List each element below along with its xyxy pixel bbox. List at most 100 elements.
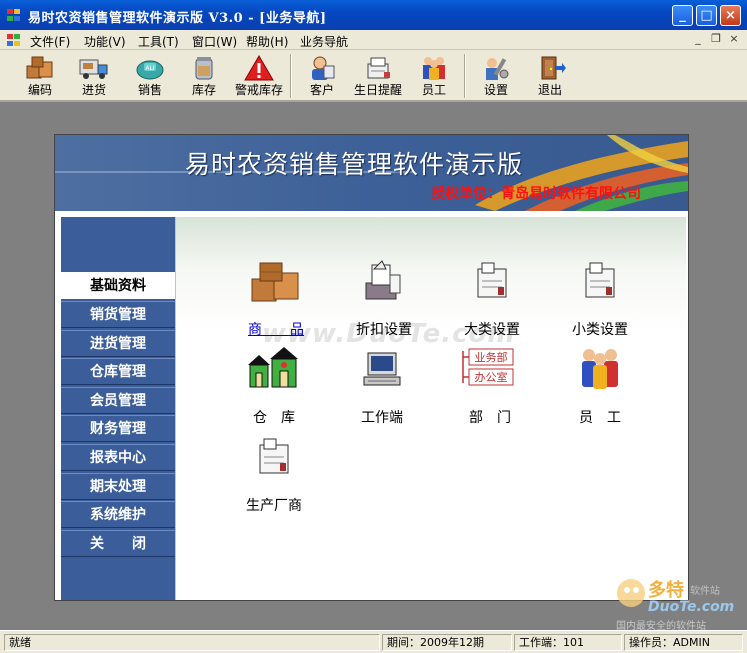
status-bar: 就绪 期间：2009年12期 工作端：101 操作员：ADMIN bbox=[0, 630, 747, 653]
content-area: www.DuoTe.com 商 品 折扣设置 大类设置 小类设置 仓 库 工作端… bbox=[175, 217, 686, 600]
menu-tools[interactable]: 工具(T) bbox=[138, 33, 179, 50]
toolbar-label: 设置 bbox=[483, 83, 508, 97]
sidebar-nav: 基础资料 销货管理 进货管理 仓库管理 会员管理 财务管理 报表中心 期末处理 … bbox=[61, 217, 175, 600]
nav-period-end[interactable]: 期末处理 bbox=[61, 473, 175, 500]
tile-label: 员 工 bbox=[579, 410, 621, 426]
toolbar-birthday-button[interactable]: 生日提醒 bbox=[352, 52, 404, 100]
menu-business-nav[interactable]: 业务导航 bbox=[300, 33, 348, 50]
tile-warehouse[interactable]: 仓 库 bbox=[224, 345, 324, 429]
discount-printer-icon bbox=[365, 260, 401, 300]
title-bar: 易时农资销售管理软件演示版 V3.0 - [业务导航] _ □ × bbox=[0, 0, 747, 30]
mdi-workspace: 易时农资销售管理软件演示版 授权单位：青岛易时软件有限公司 基础资料 销货管理 … bbox=[0, 102, 747, 632]
toolbar-label: 警戒库存 bbox=[234, 83, 283, 97]
minimize-button[interactable]: _ bbox=[672, 5, 693, 26]
toolbar-label: 客户 bbox=[309, 83, 334, 97]
menu-window[interactable]: 窗口(W) bbox=[192, 33, 237, 50]
dept-tag-business: 业务部 bbox=[475, 350, 508, 364]
boxes-icon bbox=[26, 56, 53, 79]
tile-label: 部 门 bbox=[469, 410, 511, 426]
svg-text:ALI: ALI bbox=[145, 65, 154, 72]
staff-icon bbox=[582, 349, 618, 389]
corner-logo-line2: DuoTe.com bbox=[648, 599, 735, 615]
terminal-icon bbox=[363, 352, 401, 386]
nav-report-center[interactable]: 报表中心 bbox=[61, 444, 175, 471]
toolbar-sales-button[interactable]: ALI 销售 bbox=[124, 52, 176, 100]
customer-icon bbox=[312, 56, 335, 80]
warehouse-icon bbox=[248, 347, 298, 388]
mdi-close-button[interactable]: × bbox=[726, 32, 742, 47]
nav-member-management[interactable]: 会员管理 bbox=[61, 387, 175, 414]
tile-label: 工作端 bbox=[361, 410, 403, 426]
nav-basic-data[interactable]: 基础资料 bbox=[61, 272, 175, 299]
maximize-button[interactable]: □ bbox=[696, 5, 717, 26]
status-text: 就绪 bbox=[4, 634, 380, 651]
tile-staff[interactable]: 员 工 bbox=[550, 345, 650, 429]
tile-label: 仓 库 bbox=[253, 410, 295, 426]
toolbar-label: 退出 bbox=[537, 83, 562, 97]
tile-label: 折扣设置 bbox=[356, 322, 412, 338]
nav-warehouse-management[interactable]: 仓库管理 bbox=[61, 358, 175, 385]
toolbar-label: 进货 bbox=[81, 83, 106, 97]
tile-workstation[interactable]: 工作端 bbox=[332, 345, 432, 429]
status-operator: 操作员：ADMIN bbox=[624, 634, 743, 651]
tile-discount-settings[interactable]: 折扣设置 bbox=[334, 257, 434, 341]
inventory-jar-icon bbox=[195, 57, 213, 80]
toolbar-inventory-button[interactable]: 库存 bbox=[178, 52, 230, 100]
nav-finance-management[interactable]: 财务管理 bbox=[61, 415, 175, 442]
toolbar-employee-button[interactable]: 员工 bbox=[408, 52, 460, 100]
toolbar-separator bbox=[290, 54, 292, 98]
product-boxes-icon bbox=[251, 262, 299, 302]
status-period: 期间：2009年12期 bbox=[382, 634, 512, 651]
corner-logo-line1b: 软件站 bbox=[690, 586, 720, 597]
tile-major-category[interactable]: 大类设置 bbox=[442, 257, 542, 341]
toolbar-alert-stock-button[interactable]: 警戒库存 bbox=[233, 52, 285, 100]
toolbar-exit-button[interactable]: 退出 bbox=[524, 52, 576, 100]
menu-help[interactable]: 帮助(H) bbox=[246, 33, 288, 50]
tile-label: 小类设置 bbox=[572, 322, 628, 338]
close-button[interactable]: × bbox=[720, 5, 741, 26]
toolbar-customer-button[interactable]: 客户 bbox=[296, 52, 348, 100]
tile-manufacturer[interactable]: 生产厂商 bbox=[224, 433, 324, 517]
department-icon: 业务部 办公室 bbox=[462, 348, 514, 386]
tile-product[interactable]: 商 品 bbox=[226, 257, 326, 341]
toolbar-settings-button[interactable]: 设置 bbox=[470, 52, 522, 100]
tile-label: 生产厂商 bbox=[246, 498, 302, 514]
banner-subtitle: 授权单位：青岛易时软件有限公司 bbox=[431, 186, 641, 202]
menu-file[interactable]: 文件(F) bbox=[30, 33, 70, 50]
manufacturer-printer-icon bbox=[259, 438, 289, 474]
toolbar-label: 销售 bbox=[137, 83, 162, 97]
status-terminal: 工作端：101 bbox=[514, 634, 622, 651]
mdi-restore-button[interactable]: ❐ bbox=[708, 32, 724, 47]
toolbar-coding-button[interactable]: 编码 bbox=[14, 52, 66, 100]
toolbar: 编码 进货 ALI 销售 库存 警戒库存 客户 生日提醒 员工 设置 退出 bbox=[0, 50, 747, 102]
menu-function[interactable]: 功能(V) bbox=[84, 33, 126, 50]
toolbar-purchase-button[interactable]: 进货 bbox=[68, 52, 120, 100]
dept-tag-office: 办公室 bbox=[475, 370, 508, 384]
nav-close[interactable]: 关 闭 bbox=[61, 530, 175, 557]
banner: 易时农资销售管理软件演示版 授权单位：青岛易时软件有限公司 bbox=[55, 135, 688, 211]
tile-department[interactable]: 业务部 办公室 部 门 bbox=[440, 345, 540, 429]
tile-label: 商 品 bbox=[248, 322, 304, 338]
business-navigation-panel: 易时农资销售管理软件演示版 授权单位：青岛易时软件有限公司 基础资料 销货管理 … bbox=[54, 134, 689, 601]
app-logo-icon bbox=[7, 9, 20, 21]
nav-purchase-management[interactable]: 进货管理 bbox=[61, 330, 175, 357]
banner-title: 易时农资销售管理软件演示版 bbox=[185, 150, 524, 179]
settings-tools-icon bbox=[486, 58, 509, 80]
tile-label: 大类设置 bbox=[464, 322, 520, 338]
subcategory-printer-icon bbox=[585, 262, 615, 298]
corner-watermark-logo: 多特 软件站 DuoTe.com 国内最安全的软件站 bbox=[612, 572, 744, 632]
nav-system-maintenance[interactable]: 系统维护 bbox=[61, 501, 175, 528]
toolbar-separator bbox=[464, 54, 466, 98]
menu-bar: 文件(F) 功能(V) 工具(T) 窗口(W) 帮助(H) 业务导航 _ ❐ × bbox=[0, 30, 747, 50]
mdi-minimize-button[interactable]: _ bbox=[690, 32, 706, 47]
mdi-child-icon[interactable] bbox=[6, 33, 22, 47]
toolbar-label: 编码 bbox=[27, 83, 52, 97]
warning-icon bbox=[244, 55, 274, 81]
tile-minor-category[interactable]: 小类设置 bbox=[550, 257, 650, 341]
toolbar-label: 员工 bbox=[421, 83, 446, 97]
employees-icon bbox=[423, 57, 445, 80]
site-logo-icon bbox=[617, 579, 645, 607]
category-printer-icon bbox=[477, 262, 507, 298]
window-title: 易时农资销售管理软件演示版 V3.0 - [业务导航] bbox=[28, 11, 327, 26]
nav-sales-management[interactable]: 销货管理 bbox=[61, 301, 175, 328]
